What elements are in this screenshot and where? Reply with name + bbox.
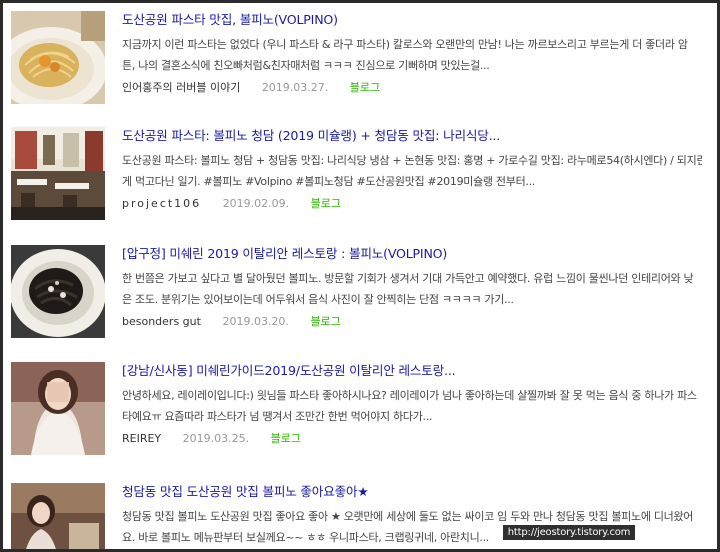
- result-description: 지금까지 이런 파스타는 없었다 (우니 파스타 & 라구 파스타) 칼로스와 …: [122, 34, 702, 76]
- blog-author[interactable]: project106: [122, 197, 201, 210]
- result-title-link[interactable]: 청담동 맛집 도산공원 맛집 볼피노 좋아요좋아★: [122, 483, 702, 500]
- description-line: 도산공원 파스타: 볼피노 청담 + 청담동 맛집: 나리식당 냉삼 + 논현동…: [122, 154, 702, 167]
- result-meta: project106 2019.02.09. 블로그: [122, 196, 702, 212]
- blog-author[interactable]: REIREY: [122, 432, 161, 445]
- result-thumbnail[interactable]: [11, 127, 105, 220]
- search-results-panel: 도산공원 파스타 맛집, 볼피노(VOLPINO) 지금까지 이런 파스타는 없…: [0, 0, 720, 552]
- blog-author[interactable]: 인어홍주의 러버블 이야기: [122, 81, 240, 94]
- result-description: 도산공원 파스타: 볼피노 청담 + 청담동 맛집: 나리식당 냉삼 + 논현동…: [122, 150, 702, 192]
- result-title-link[interactable]: 도산공원 파스타: 볼피노 청담 (2019 미슐랭) + 청담동 맛집: 나리…: [122, 127, 702, 144]
- blog-author[interactable]: besonders gut: [122, 315, 201, 328]
- result-meta: REIREY 2019.03.25. 블로그: [122, 431, 702, 447]
- description-line: 지금까지 이런 파스타는 없었다 (우니 파스타 & 라구 파스타) 칼로스와 …: [122, 38, 688, 51]
- category-badge[interactable]: 블로그: [311, 197, 341, 210]
- category-badge[interactable]: 블로그: [310, 315, 340, 328]
- post-date: 2019.03.27.: [261, 81, 329, 94]
- category-badge[interactable]: 블로그: [271, 432, 301, 445]
- result-description: 안녕하세요, 레이레이입니다:) 읫님들 파스타 좋아하시나요? 레이레이가 넘…: [122, 385, 702, 427]
- watermark-url: http://jeostory.tistory.com: [503, 525, 635, 540]
- description-line: 한 번쯤은 가보고 싶다고 별 달아뒀던 볼피노. 방문할 기회가 생겨서 기대…: [122, 272, 694, 285]
- post-date: 2019.02.09.: [222, 197, 290, 210]
- result-meta: 인어홍주의 러버블 이야기 2019.03.27. 블로그: [122, 80, 702, 96]
- result-thumbnail[interactable]: [11, 245, 105, 338]
- result-thumbnail[interactable]: [11, 11, 105, 104]
- result-title-link[interactable]: [압구정] 미쉐린 2019 이탈리안 레스토랑 : 볼피노(VOLPINO): [122, 245, 702, 262]
- description-line: 타예요ㅠ 요즘따라 파스타가 넘 땡겨서 조만간 한번 먹어야지 하다가...: [122, 410, 433, 423]
- post-date: 2019.03.20.: [222, 315, 289, 328]
- result-thumbnail[interactable]: [11, 483, 105, 549]
- description-line: 청담동 맛집 볼피노 도산공원 맛집 좋아요 좋아 ★ 오랫만에 세상에 둘도 …: [122, 510, 694, 523]
- description-line: 안녕하세요, 레이레이입니다:) 읫님들 파스타 좋아하시나요? 레이레이가 넘…: [122, 389, 697, 402]
- result-thumbnail[interactable]: [11, 362, 105, 455]
- category-badge[interactable]: 블로그: [350, 81, 380, 94]
- post-date: 2019.03.25.: [182, 432, 250, 445]
- description-line: 튼, 나의 결혼소식에 친오빠처럼&친자매처럼 ㅋㅋㅋ 진심으로 기뻐하며 맛있…: [122, 59, 490, 72]
- result-description: 한 번쯤은 가보고 싶다고 별 달아뒀던 볼피노. 방문할 기회가 생겨서 기대…: [122, 268, 702, 310]
- result-title-link[interactable]: [강남/신사동] 미쉐린가이드2019/도산공원 이탈리안 레스토랑...: [122, 362, 702, 379]
- result-title-link[interactable]: 도산공원 파스타 맛집, 볼피노(VOLPINO): [122, 11, 702, 28]
- result-meta: besonders gut 2019.03.20. 블로그: [122, 314, 702, 330]
- description-line: 게 먹고다닌 일기. #볼피노 #Volpino #볼피노청담 #도산공원맛집 …: [122, 175, 535, 188]
- description-line: 은 조도. 분위기는 있어보이는데 어두워서 음식 사진이 잘 안찍히는 단점 …: [122, 293, 514, 306]
